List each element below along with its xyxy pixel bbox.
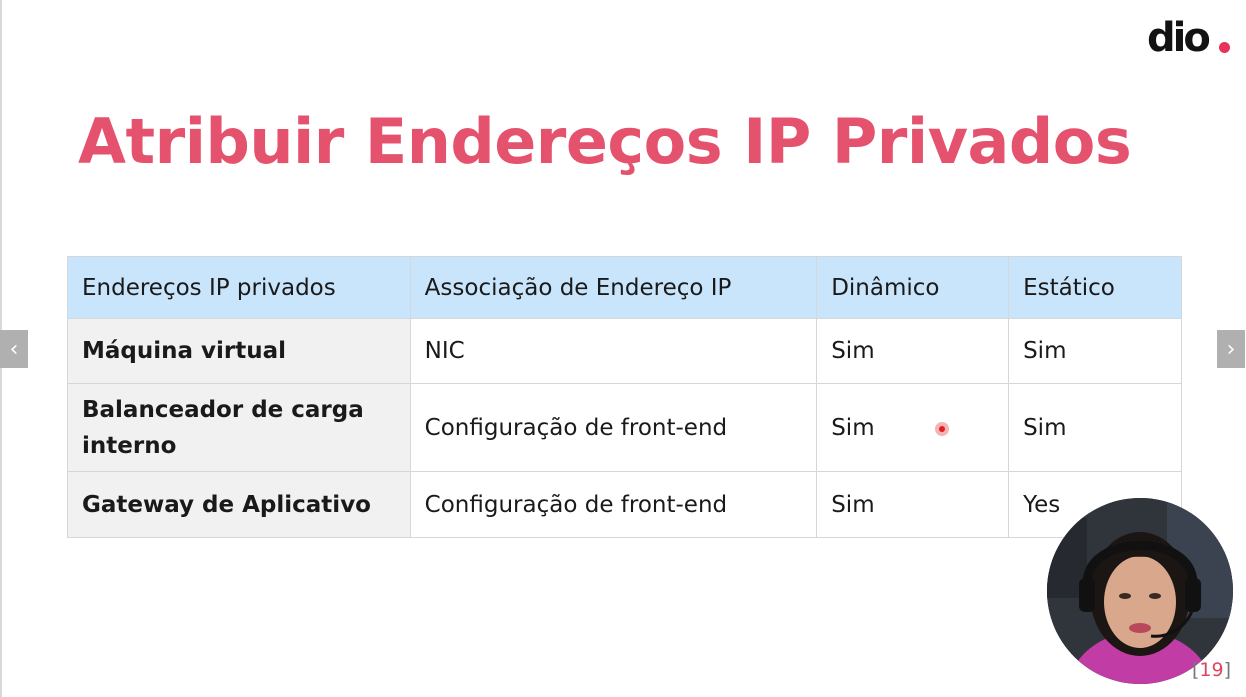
cell-association: NIC — [409, 318, 818, 384]
page-bracket-close: ] — [1223, 659, 1232, 681]
logo-text: dio — [1147, 15, 1211, 61]
cell-static: Sim — [1008, 318, 1182, 384]
row-label: Balanceador de carga interno — [67, 383, 411, 472]
cell-dynamic: Sim — [816, 383, 1010, 472]
cell-dynamic: Sim — [816, 471, 1010, 538]
cell-static: Sim — [1008, 383, 1182, 472]
header-dynamic: Dinâmico — [816, 256, 1010, 319]
header-private-ip: Endereços IP privados — [67, 256, 411, 319]
chevron-right-icon: › — [1226, 336, 1236, 362]
laser-pointer-dot — [939, 426, 945, 432]
row-label: Máquina virtual — [67, 318, 411, 384]
cell-association: Configuração de front-end — [409, 383, 818, 472]
table-row: Máquina virtual NIC Sim Sim — [67, 318, 1182, 384]
dio-logo: dio — [1147, 18, 1232, 58]
laser-pointer — [935, 422, 949, 436]
cell-association: Configuração de front-end — [409, 471, 818, 538]
webcam-overlay — [1047, 498, 1233, 684]
table-row: Balanceador de carga interno Configuraçã… — [67, 383, 1182, 472]
next-slide-button[interactable]: › — [1217, 330, 1245, 368]
presenter-video-icon — [1047, 498, 1233, 684]
page-number: [19] — [1192, 659, 1231, 681]
slide-title: Atribuir Endereços IP Privados — [78, 105, 1132, 178]
presentation-slide: dio Atribuir Endereços IP Privados Ender… — [0, 0, 1246, 697]
header-static: Estático — [1008, 256, 1182, 319]
table-header-row: Endereços IP privados Associação de Ende… — [67, 256, 1182, 319]
ip-address-table: Endereços IP privados Associação de Ende… — [67, 256, 1182, 538]
row-label: Gateway de Aplicativo — [67, 471, 411, 538]
cell-dynamic: Sim — [816, 318, 1010, 384]
logo-dot — [1219, 42, 1230, 53]
page-number-value: 19 — [1199, 659, 1224, 681]
table-row: Gateway de Aplicativo Configuração de fr… — [67, 471, 1182, 538]
header-association: Associação de Endereço IP — [409, 256, 818, 319]
chevron-left-icon: ‹ — [9, 336, 19, 362]
previous-slide-button[interactable]: ‹ — [0, 330, 28, 368]
